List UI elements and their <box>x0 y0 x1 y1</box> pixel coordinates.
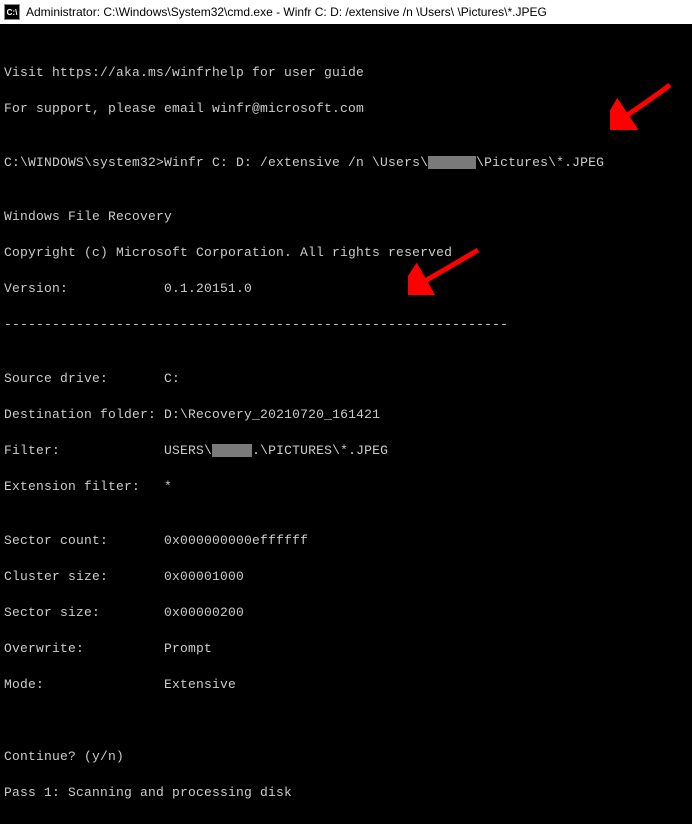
ext-filter-line: Extension filter: * <box>4 478 688 496</box>
cmd-icon-label: C:\ <box>7 8 18 17</box>
pass1-line: Pass 1: Scanning and processing disk <box>4 784 688 802</box>
help-line-1: Visit https://aka.ms/winfrhelp for user … <box>4 64 688 82</box>
continue-prompt-line: Continue? (y/n) <box>4 748 688 766</box>
redacted-username <box>428 156 476 169</box>
filter-line: Filter: USERS\ .\PICTURES\*.JPEG <box>4 442 688 460</box>
overwrite-line: Overwrite: Prompt <box>4 640 688 658</box>
window-titlebar[interactable]: C:\ Administrator: C:\Windows\System32\c… <box>0 0 692 24</box>
cluster-size-line: Cluster size: 0x00001000 <box>4 568 688 586</box>
version-line: Version: 0.1.20151.0 <box>4 280 688 298</box>
app-name-line: Windows File Recovery <box>4 208 688 226</box>
divider-line: ----------------------------------------… <box>4 316 688 334</box>
help-line-2: For support, please email winfr@microsof… <box>4 100 688 118</box>
cmd-icon: C:\ <box>4 4 20 20</box>
command-prompt-line: C:\WINDOWS\system32>Winfr C: D: /extensi… <box>4 154 688 172</box>
redacted-username <box>212 444 252 457</box>
terminal-output[interactable]: Visit https://aka.ms/winfrhelp for user … <box>0 24 692 824</box>
window-title: Administrator: C:\Windows\System32\cmd.e… <box>26 5 547 19</box>
mode-line: Mode: Extensive <box>4 676 688 694</box>
sector-size-line: Sector size: 0x00000200 <box>4 604 688 622</box>
destination-line: Destination folder: D:\Recovery_20210720… <box>4 406 688 424</box>
copyright-line: Copyright (c) Microsoft Corporation. All… <box>4 244 688 262</box>
source-drive-line: Source drive: C: <box>4 370 688 388</box>
sector-count-line: Sector count: 0x000000000effffff <box>4 532 688 550</box>
